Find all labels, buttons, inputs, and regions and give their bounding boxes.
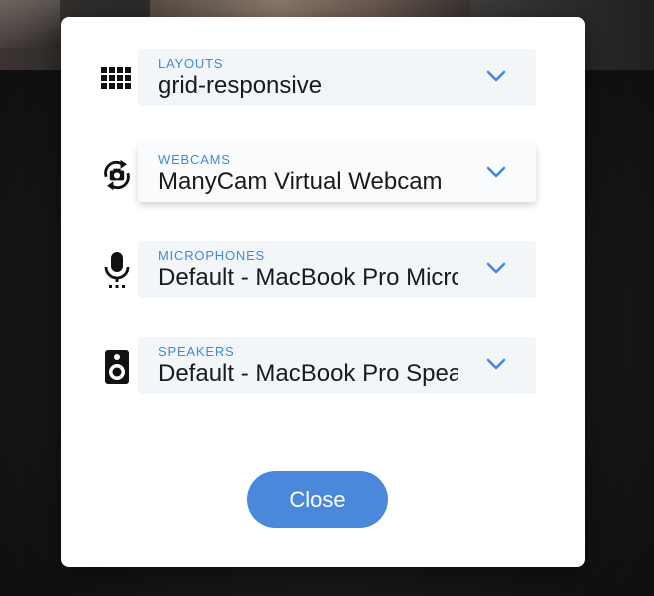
webcams-row: WEBCAMS ManyCam Virtual Webcam xyxy=(61,145,585,203)
chevron-down-icon xyxy=(486,358,506,370)
device-settings-modal: LAYOUTS grid-responsive WEBCAMS ManyCam … xyxy=(61,17,585,567)
participant-thumbnail xyxy=(0,0,60,48)
microphones-label: MICROPHONES xyxy=(158,248,266,263)
webcams-select[interactable]: WEBCAMS ManyCam Virtual Webcam xyxy=(138,145,536,202)
chevron-down-icon xyxy=(486,70,506,82)
microphones-row: MICROPHONES Default - MacBook Pro Microp… xyxy=(61,241,585,299)
grid-layout-icon xyxy=(99,61,135,97)
layouts-select[interactable]: LAYOUTS grid-responsive xyxy=(138,49,536,106)
chevron-down-icon xyxy=(486,262,506,274)
microphones-value: Default - MacBook Pro Microphone xyxy=(158,264,458,291)
speakers-row: SPEAKERS Default - MacBook Pro Speakers xyxy=(61,337,585,395)
chevron-down-icon xyxy=(486,166,506,178)
layouts-label: LAYOUTS xyxy=(158,56,224,71)
layouts-row: LAYOUTS grid-responsive xyxy=(61,49,585,107)
microphones-select[interactable]: MICROPHONES Default - MacBook Pro Microp… xyxy=(138,241,536,298)
layouts-value: grid-responsive xyxy=(158,72,323,99)
webcams-label: WEBCAMS xyxy=(158,152,231,167)
speakers-select[interactable]: SPEAKERS Default - MacBook Pro Speakers xyxy=(138,337,536,394)
camera-switch-icon xyxy=(99,157,135,193)
microphone-icon xyxy=(99,252,135,289)
speakers-label: SPEAKERS xyxy=(158,344,235,359)
webcams-value: ManyCam Virtual Webcam xyxy=(158,168,443,195)
speakers-value: Default - MacBook Pro Speakers xyxy=(158,360,458,387)
close-button[interactable]: Close xyxy=(247,471,388,528)
speaker-icon xyxy=(99,349,135,385)
